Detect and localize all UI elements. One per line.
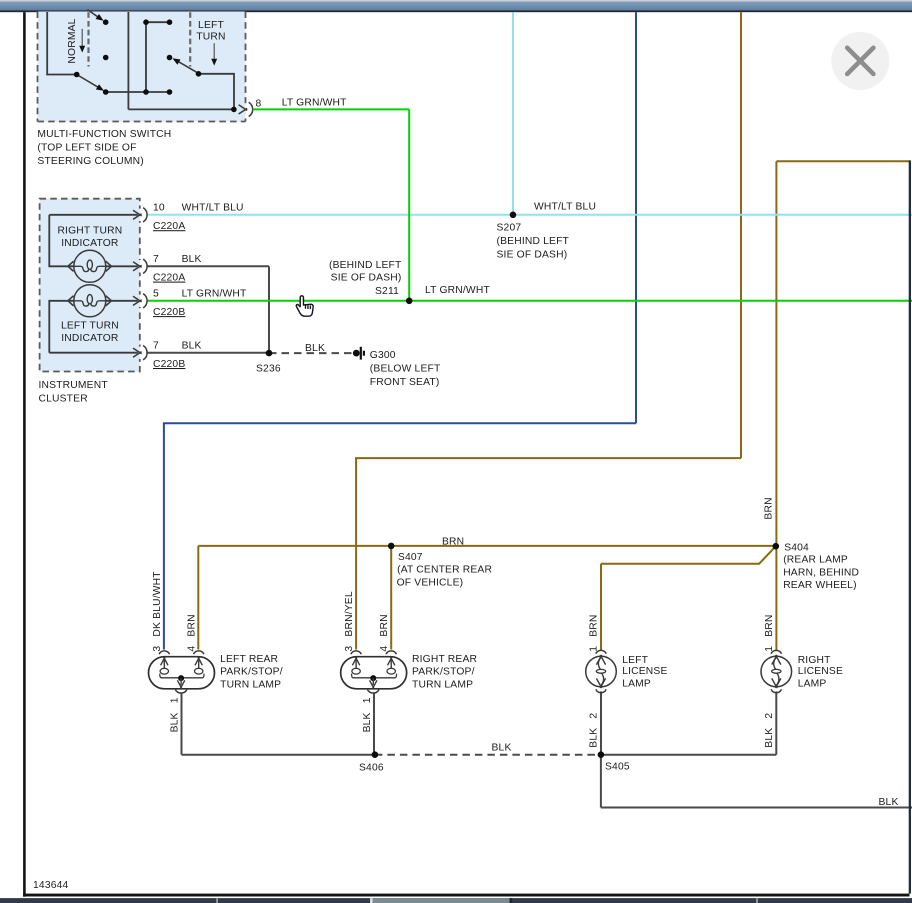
svg-text:C220B: C220B (153, 359, 185, 370)
svg-text:G300: G300 (370, 350, 396, 361)
svg-text:S405: S405 (605, 762, 630, 773)
svg-text:RIGHT REAR: RIGHT REAR (412, 654, 477, 665)
svg-text:INDICATOR: INDICATOR (61, 333, 118, 344)
svg-text:TURN: TURN (196, 32, 225, 43)
svg-text:SIE OF DASH): SIE OF DASH) (331, 273, 402, 284)
svg-text:BRN: BRN (764, 497, 775, 519)
svg-text:S406: S406 (359, 763, 384, 774)
svg-text:LAMP: LAMP (798, 679, 827, 690)
svg-text:LAMP: LAMP (622, 679, 651, 690)
svg-text:BLK: BLK (305, 343, 325, 354)
svg-text:NORMAL: NORMAL (67, 18, 78, 63)
svg-text:7: 7 (153, 341, 159, 352)
svg-text:INSTRUMENT: INSTRUMENT (39, 380, 109, 391)
svg-text:WHT/LT BLU: WHT/LT BLU (534, 201, 596, 212)
svg-text:PARK/STOP/: PARK/STOP/ (412, 666, 475, 677)
svg-text:MULTI-FUNCTION SWITCH: MULTI-FUNCTION SWITCH (37, 129, 171, 140)
svg-text:S211: S211 (375, 286, 399, 297)
svg-text:TURN LAMP: TURN LAMP (412, 680, 473, 691)
svg-text:(BELOW LEFT: (BELOW LEFT (370, 364, 441, 375)
svg-text:LT GRN/WHT: LT GRN/WHT (282, 98, 347, 109)
svg-text:C220A: C220A (153, 221, 185, 232)
svg-text:(TOP LEFT SIDE OF: (TOP LEFT SIDE OF (37, 143, 136, 154)
svg-text:FRONT SEAT): FRONT SEAT) (370, 377, 440, 388)
svg-text:LEFT: LEFT (622, 655, 648, 666)
svg-text:BRN: BRN (442, 536, 464, 547)
svg-text:LEFT TURN: LEFT TURN (61, 321, 119, 332)
svg-text:LICENSE: LICENSE (622, 666, 667, 677)
svg-text:(AT CENTER REAR: (AT CENTER REAR (397, 565, 492, 576)
svg-text:3 DK BLU/WHT: 3 DK BLU/WHT (152, 571, 163, 652)
svg-text:(REAR LAMP: (REAR LAMP (783, 555, 848, 566)
svg-text:TURN LAMP: TURN LAMP (220, 680, 281, 691)
svg-text:BLK 1: BLK 1 (169, 697, 180, 732)
svg-text:4 BRN: 4 BRN (186, 614, 197, 651)
svg-text:BLK: BLK (182, 341, 202, 352)
svg-text:PARK/STOP/: PARK/STOP/ (220, 666, 283, 677)
svg-text:S236: S236 (256, 364, 281, 375)
svg-text:RIGHT TURN: RIGHT TURN (57, 226, 122, 237)
svg-text:LT GRN/WHT: LT GRN/WHT (182, 289, 247, 300)
svg-text:S207: S207 (497, 223, 522, 234)
svg-text:1 BRN: 1 BRN (764, 614, 775, 651)
svg-text:INDICATOR: INDICATOR (61, 238, 118, 249)
svg-text:SIE OF DASH): SIE OF DASH) (497, 249, 568, 260)
svg-text:LEFT REAR: LEFT REAR (220, 654, 278, 665)
svg-text:4 BRN: 4 BRN (379, 614, 390, 651)
svg-text:7: 7 (153, 254, 159, 265)
svg-text:OF VEHICLE): OF VEHICLE) (397, 577, 464, 588)
svg-text:LEFT: LEFT (198, 20, 224, 31)
svg-text:WHT/LT BLU: WHT/LT BLU (182, 203, 244, 214)
svg-text:3 BRN/YEL: 3 BRN/YEL (344, 591, 355, 651)
svg-text:C220A: C220A (153, 273, 185, 284)
svg-text:1 BRN: 1 BRN (589, 614, 600, 651)
svg-text:BLK 2: BLK 2 (764, 713, 775, 748)
svg-text:BLK: BLK (879, 797, 899, 808)
svg-text:BLK 1: BLK 1 (362, 697, 373, 732)
svg-text:8: 8 (256, 99, 262, 110)
svg-text:RIGHT: RIGHT (798, 655, 831, 666)
svg-text:REAR WHEEL): REAR WHEEL) (783, 580, 857, 591)
svg-text:143644: 143644 (33, 880, 69, 891)
svg-text:BLK: BLK (492, 743, 512, 754)
svg-text:LICENSE: LICENSE (798, 666, 843, 677)
svg-text:(BEHIND LEFT: (BEHIND LEFT (497, 236, 570, 247)
svg-text:CLUSTER: CLUSTER (39, 393, 88, 404)
svg-text:S404: S404 (784, 543, 809, 554)
svg-text:HARN, BEHIND: HARN, BEHIND (783, 567, 859, 578)
svg-text:(BEHIND LEFT: (BEHIND LEFT (329, 260, 402, 271)
svg-text:S407: S407 (398, 552, 423, 563)
svg-text:STEERING COLUMN): STEERING COLUMN) (37, 156, 143, 167)
svg-text:BLK: BLK (182, 254, 202, 265)
svg-text:10: 10 (153, 203, 165, 214)
svg-text:5: 5 (153, 289, 159, 300)
svg-text:C220B: C220B (153, 307, 185, 318)
svg-text:BLK 2: BLK 2 (589, 713, 600, 748)
svg-text:LT GRN/WHT: LT GRN/WHT (425, 285, 490, 296)
